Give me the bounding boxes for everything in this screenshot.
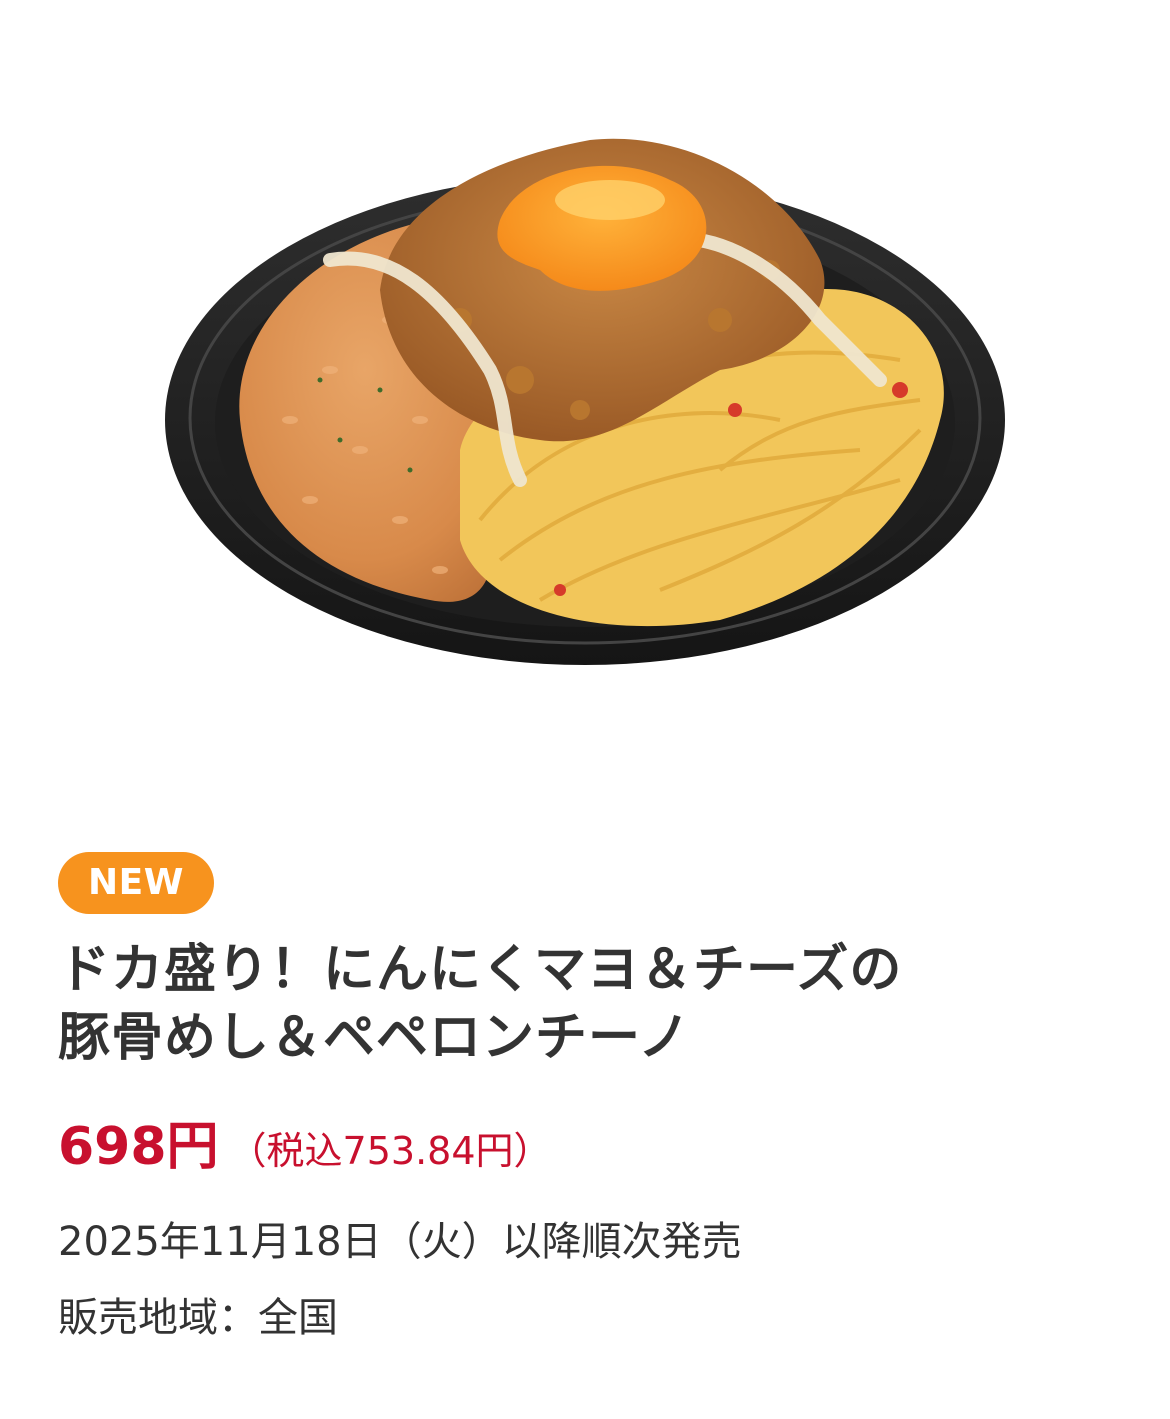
release-date: 2025年11月18日（火）以降順次発売 [58,1219,742,1265]
product-title-line-1: ドカ盛り！にんにくマヨ＆チーズの [58,940,903,1000]
product-title: ドカ盛り！にんにくマヨ＆チーズの 豚骨めし＆ペペロンチーノ [58,936,1118,1072]
product-info: NEW ドカ盛り！にんにくマヨ＆チーズの 豚骨めし＆ペペロンチーノ 698円 （税… [58,852,1118,1346]
new-badge: NEW [58,852,214,914]
product-title-line-2: 豚骨めし＆ペペロンチーノ [58,1008,691,1068]
price: 698円 [58,1117,219,1177]
price-row: 698円 （税込753.84円） [58,1114,1118,1180]
sales-region: 販売地域：全国 [58,1295,338,1341]
product-image [160,120,1010,680]
price-with-tax: （税込753.84円） [228,1129,552,1173]
